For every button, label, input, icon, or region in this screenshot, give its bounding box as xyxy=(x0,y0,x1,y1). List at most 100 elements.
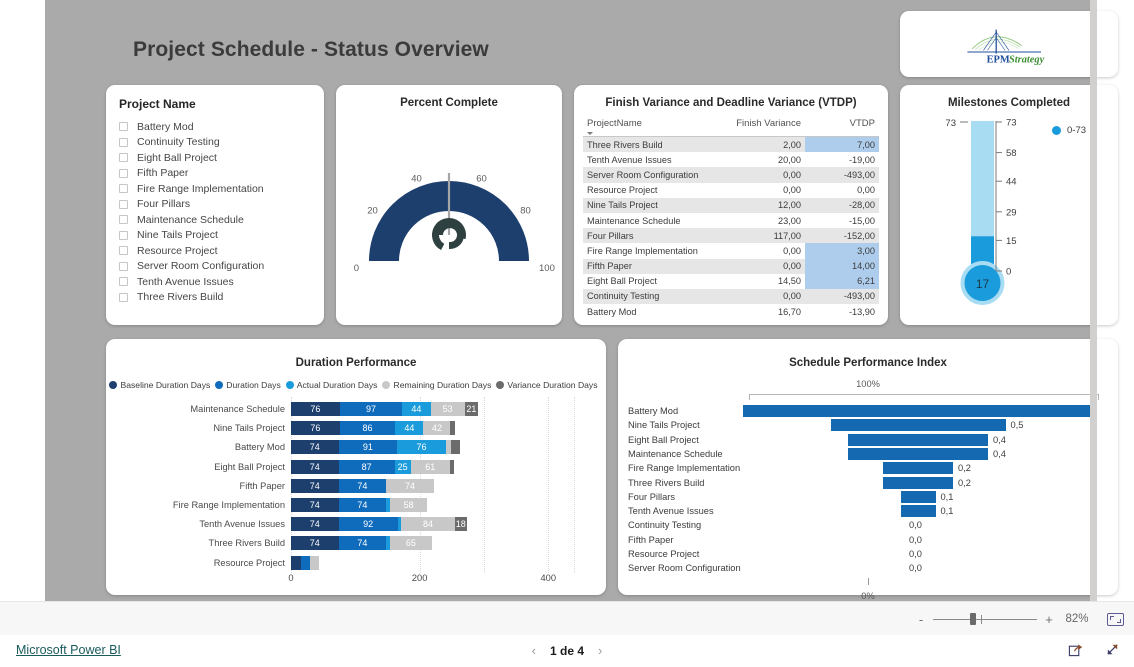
zoom-out-button[interactable]: - xyxy=(913,612,929,627)
table-row[interactable]: Nine Tails Project 12,00 -28,00 xyxy=(583,197,879,213)
checkbox-icon[interactable] xyxy=(119,246,128,256)
slicer-item[interactable]: Maintenance Schedule xyxy=(119,212,318,228)
bar-segment[interactable] xyxy=(301,555,310,570)
share-icon[interactable] xyxy=(1068,642,1083,657)
funnel-bar[interactable] xyxy=(900,490,936,503)
bar-segment[interactable]: 74 xyxy=(291,517,339,532)
bar-segment[interactable]: 42 xyxy=(423,421,451,436)
vtdp-table-card[interactable]: Finish Variance and Deadline Variance (V… xyxy=(574,85,888,325)
table-column-header[interactable]: Finish Variance xyxy=(722,116,805,137)
funnel-row[interactable]: Fifth Paper 0,0 xyxy=(618,533,1118,547)
funnel-bar[interactable] xyxy=(883,476,953,489)
checkbox-icon[interactable] xyxy=(119,184,128,194)
stacked-bar[interactable]: 74 74 65 xyxy=(291,536,432,551)
zoom-in-button[interactable]: + xyxy=(1041,612,1057,627)
legend-item[interactable]: Duration Days xyxy=(215,380,281,390)
bar-segment[interactable]: 76 xyxy=(291,421,340,436)
duration-bar-row[interactable]: Fire Range Implementation 74 74 58 xyxy=(106,496,606,514)
table-column-header[interactable]: VTDP xyxy=(804,116,879,137)
milestones-completed-card[interactable]: Milestones Completed 17 0 15 29 44 58 73 73 0… xyxy=(900,85,1118,325)
stacked-bar[interactable]: 74 74 74 xyxy=(291,478,434,493)
checkbox-icon[interactable] xyxy=(119,168,128,178)
slicer-item[interactable]: Fire Range Implementation xyxy=(119,181,318,197)
bar-segment[interactable] xyxy=(449,459,455,474)
funnel-bar[interactable] xyxy=(900,505,936,518)
bar-segment[interactable]: 87 xyxy=(338,459,395,474)
funnel-bar[interactable] xyxy=(830,419,1006,432)
funnel-bar[interactable] xyxy=(743,405,1093,417)
table-row[interactable]: Fifth Paper 0,00 14,00 xyxy=(583,258,879,274)
bar-segment[interactable]: 86 xyxy=(339,421,396,436)
funnel-bar[interactable] xyxy=(883,462,953,475)
funnel-row[interactable]: Nine Tails Project 0,5 xyxy=(618,418,1118,432)
legend-item[interactable]: Actual Duration Days xyxy=(285,380,377,390)
bar-segment[interactable]: 76 xyxy=(291,402,340,416)
table-row[interactable]: Server Room Configuration 0,00 -493,00 xyxy=(583,167,879,183)
table-row[interactable]: Tenth Avenue Issues 20,00 -19,00 xyxy=(583,152,879,167)
bar-segment[interactable]: 21 xyxy=(464,402,479,416)
stacked-bar[interactable]: 74 92 84 18 xyxy=(291,517,467,532)
slicer-item[interactable]: Three Rivers Build xyxy=(119,290,318,306)
duration-bar-row[interactable]: Battery Mod 74 91 76 xyxy=(106,438,606,456)
table-row[interactable]: Four Pillars 117,00 -152,00 xyxy=(583,228,879,244)
checkbox-icon[interactable] xyxy=(119,137,128,147)
bar-segment[interactable]: 84 xyxy=(400,517,455,532)
bar-segment[interactable]: 91 xyxy=(338,440,398,455)
vtdp-table[interactable]: ProjectName Finish Variance VTDP Three Riv… xyxy=(583,116,879,319)
bar-segment[interactable] xyxy=(451,440,461,455)
slicer-item[interactable]: Four Pillars xyxy=(119,197,318,213)
bar-segment[interactable]: 74 xyxy=(291,440,339,455)
slicer-item[interactable]: Fifth Paper xyxy=(119,166,318,182)
slicer-item[interactable]: Nine Tails Project xyxy=(119,228,318,244)
slicer-item[interactable]: Continuity Testing xyxy=(119,135,318,151)
legend-item[interactable]: Variance Duration Days xyxy=(496,380,598,390)
fit-to-page-icon[interactable] xyxy=(1107,612,1124,626)
bar-segment[interactable]: 74 xyxy=(386,478,434,493)
duration-bar-row[interactable]: Fifth Paper 74 74 74 xyxy=(106,477,606,495)
stacked-bar[interactable]: 76 86 44 42 xyxy=(291,421,455,436)
slicer-item[interactable]: Tenth Avenue Issues xyxy=(119,274,318,290)
table-row[interactable]: Eight Ball Project 14,50 6,21 xyxy=(583,273,879,289)
stacked-bar[interactable]: 76 97 44 53 21 xyxy=(291,402,479,416)
bar-segment[interactable]: 74 xyxy=(338,478,387,493)
bar-segment[interactable]: 74 xyxy=(291,498,339,512)
bar-segment[interactable] xyxy=(450,421,455,436)
fullscreen-icon[interactable] xyxy=(1105,642,1120,657)
checkbox-icon[interactable] xyxy=(119,261,128,271)
checkbox-icon[interactable] xyxy=(119,199,128,209)
bar-segment[interactable]: 92 xyxy=(338,517,398,532)
table-row[interactable]: Continuity Testing 0,00 -493,00 xyxy=(583,288,879,305)
zoom-slider[interactable] xyxy=(933,613,1037,625)
bar-segment[interactable]: 97 xyxy=(339,402,403,416)
duration-bar-row[interactable]: Maintenance Schedule 76 97 44 53 21 xyxy=(106,400,606,418)
stacked-bar[interactable] xyxy=(291,555,319,570)
bar-segment[interactable]: 44 xyxy=(395,421,424,436)
table-column-header[interactable]: ProjectName xyxy=(583,116,723,137)
checkbox-icon[interactable] xyxy=(119,122,128,132)
bar-segment[interactable]: 25 xyxy=(394,459,411,474)
bar-segment[interactable]: 65 xyxy=(390,536,432,551)
duration-bar-row[interactable]: Three Rivers Build 74 74 65 xyxy=(106,534,606,552)
funnel-row[interactable]: Battery Mod xyxy=(618,404,1118,418)
bar-segment[interactable]: 61 xyxy=(410,459,450,474)
checkbox-icon[interactable] xyxy=(119,230,128,240)
checkbox-icon[interactable] xyxy=(119,277,128,287)
slicer-item[interactable]: Server Room Configuration xyxy=(119,259,318,275)
bar-segment[interactable]: 74 xyxy=(338,536,387,551)
duration-bar-row[interactable]: Tenth Avenue Issues 74 92 84 18 xyxy=(106,515,606,533)
duration-chart-legend[interactable]: Baseline Duration Days Duration Days Actua… xyxy=(109,380,602,390)
checkbox-icon[interactable] xyxy=(119,292,128,302)
percent-complete-gauge-card[interactable]: Percent Complete 020406080100 50 xyxy=(336,85,562,384)
funnel-row[interactable]: Server Room Configuration 0,0 xyxy=(618,561,1118,575)
slider-thumb[interactable] xyxy=(970,613,976,625)
funnel-row[interactable]: Three Rivers Build 0,2 xyxy=(618,476,1118,490)
bar-segment[interactable]: 76 xyxy=(397,440,446,455)
bar-segment[interactable]: 18 xyxy=(454,517,467,532)
funnel-row[interactable]: Four Pillars 0,1 xyxy=(618,490,1118,504)
bar-segment[interactable]: 44 xyxy=(402,402,431,416)
table-row[interactable]: Three Rivers Build 2,00 7,00 xyxy=(583,136,879,153)
funnel-row[interactable]: Resource Project 0,0 xyxy=(618,547,1118,561)
legend-item[interactable]: Remaining Duration Days xyxy=(382,380,491,390)
funnel-bar[interactable] xyxy=(848,433,988,446)
bar-segment[interactable] xyxy=(291,555,302,570)
